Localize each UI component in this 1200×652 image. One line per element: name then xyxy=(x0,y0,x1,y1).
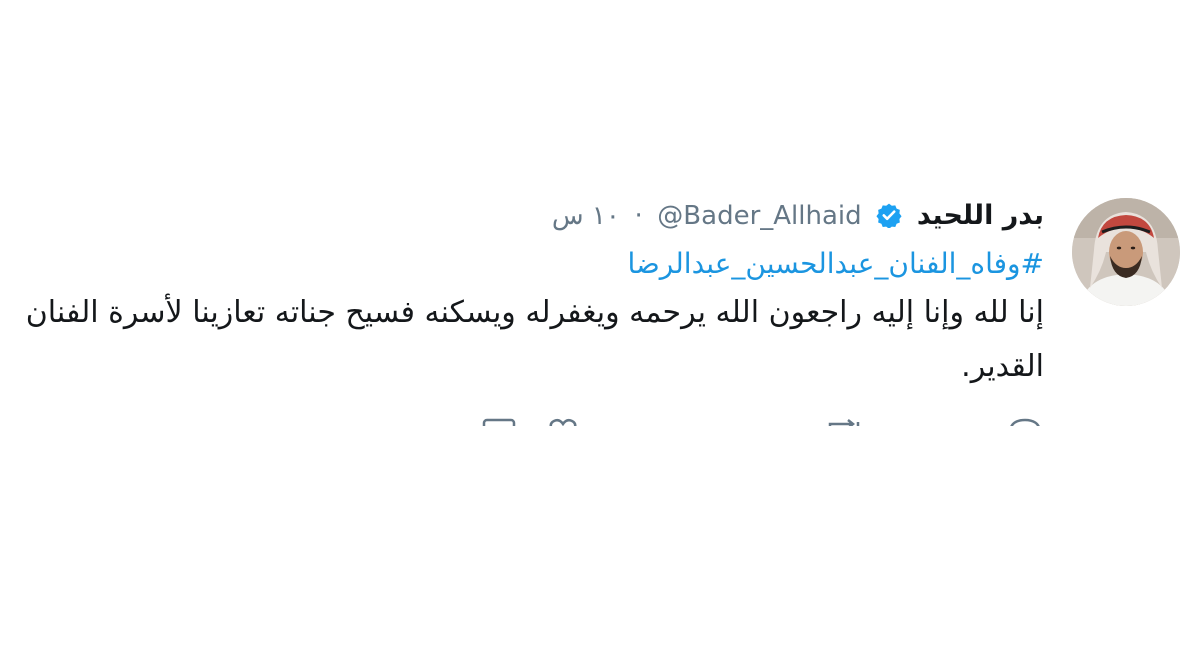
user-handle[interactable]: @Bader_Allhaid xyxy=(657,201,861,231)
tweet-actions xyxy=(460,412,1060,426)
avatar[interactable] xyxy=(1072,198,1180,306)
verified-badge-icon xyxy=(876,203,902,228)
display-name[interactable]: بدر اللحيد xyxy=(917,200,1044,231)
retweet-icon[interactable] xyxy=(824,418,864,426)
tweet-text: إنا لله وإنا إليه راجعون الله يرحمه ويغف… xyxy=(25,295,1044,384)
user-avatar-photo xyxy=(1072,198,1180,306)
reply-icon[interactable] xyxy=(1008,418,1042,426)
tweet-header: بدر اللحيد @Bader_Allhaid · ١٠ س xyxy=(14,194,1044,238)
tweet-timestamp[interactable]: ١٠ س xyxy=(552,201,620,231)
tweet-card: بدر اللحيد @Bader_Allhaid · ١٠ س #وفاه_ا… xyxy=(0,0,1200,652)
hashtag-link[interactable]: #وفاه_الفنان_عبدالحسين_عبدالرضا xyxy=(14,244,1045,284)
like-icon[interactable] xyxy=(546,418,580,426)
message-icon[interactable] xyxy=(482,418,516,426)
tweet-content: بدر اللحيد @Bader_Allhaid · ١٠ س #وفاه_ا… xyxy=(14,194,1044,394)
meta-separator: · xyxy=(634,201,643,231)
